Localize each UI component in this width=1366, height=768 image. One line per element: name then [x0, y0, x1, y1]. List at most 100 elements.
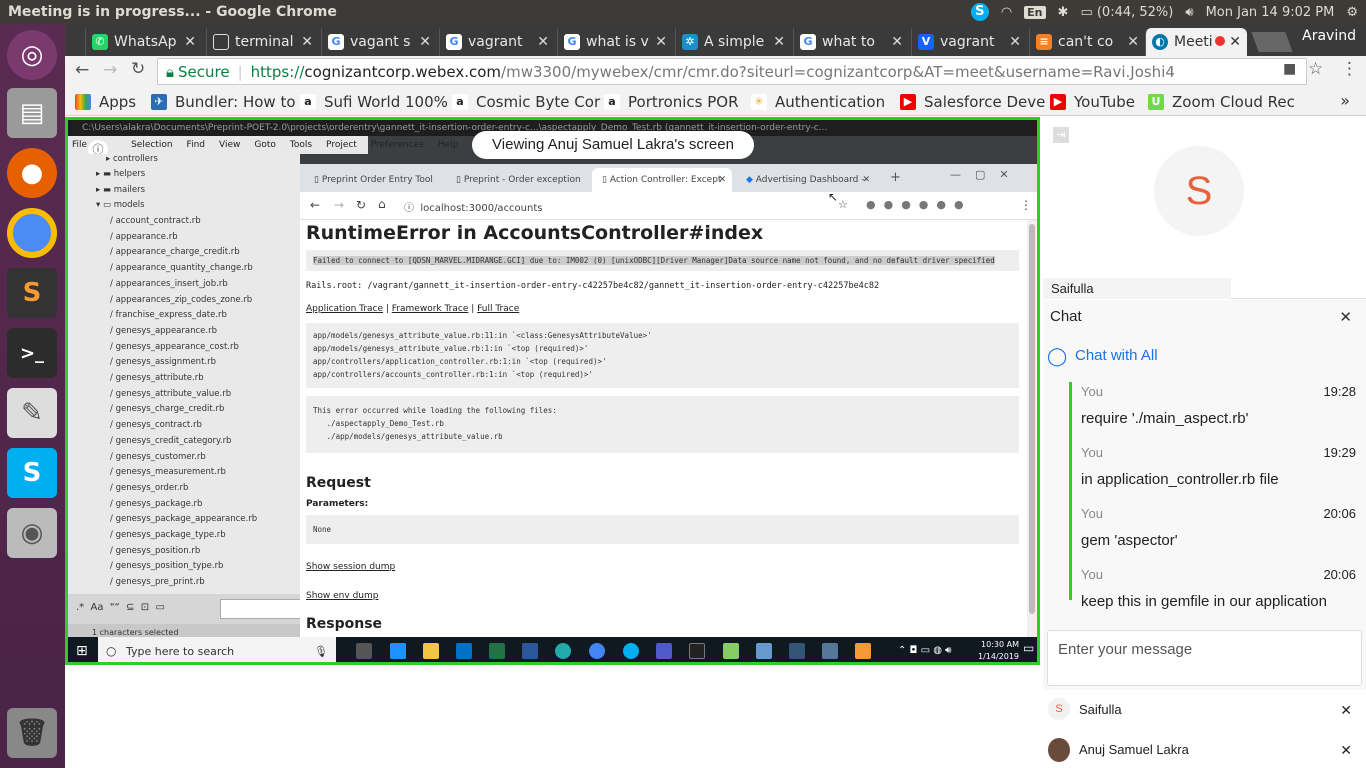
- file-item[interactable]: / genesys_order.rb: [110, 483, 188, 493]
- windows-start-icon[interactable]: ⊞: [76, 643, 88, 659]
- task-view-icon[interactable]: [356, 643, 372, 659]
- skype-icon[interactable]: S: [7, 448, 57, 498]
- camera-icon[interactable]: ■: [1283, 61, 1296, 77]
- menu-icon[interactable]: ⋮: [1020, 198, 1032, 212]
- bookmark-cosmic[interactable]: a Cosmic Byte Cor: [452, 93, 600, 111]
- application-trace-link[interactable]: Application Trace: [306, 304, 383, 314]
- file-item[interactable]: / genesys_package.rb: [110, 499, 202, 509]
- bookmark-bundler[interactable]: ✈ Bundler: How to: [151, 93, 296, 111]
- inner-tab-action-controller[interactable]: ▯ Action Controller: Except ✕: [592, 168, 732, 192]
- bookmark-star-icon[interactable]: ☆: [1308, 59, 1323, 79]
- participant-name[interactable]: Saifulla: [1079, 702, 1122, 717]
- bookmark-star-icon[interactable]: ☆: [838, 198, 848, 211]
- file-item[interactable]: / appearance.rb: [110, 232, 178, 242]
- menu-find[interactable]: Find: [187, 140, 205, 150]
- keyboard-layout[interactable]: En: [1024, 5, 1046, 19]
- close-tab-icon[interactable]: ✕: [301, 34, 313, 50]
- menu-goto[interactable]: Goto: [254, 140, 276, 150]
- scroll-thumb[interactable]: [1029, 224, 1035, 614]
- close-tab-icon[interactable]: ✕: [1009, 34, 1021, 50]
- close-tab-icon[interactable]: ✕: [891, 34, 903, 50]
- clock[interactable]: Mon Jan 14 9:02 PM: [1206, 5, 1335, 20]
- menu-view[interactable]: View: [219, 140, 240, 150]
- file-item[interactable]: / genesys_charge_credit.rb: [110, 404, 224, 414]
- close-chat-icon[interactable]: ✕: [1339, 308, 1352, 326]
- battery-indicator[interactable]: ▭ (0:44, 52%): [1080, 5, 1173, 20]
- new-tab-button[interactable]: [1251, 32, 1293, 52]
- close-tab-icon[interactable]: ✕: [184, 34, 196, 50]
- trace-line[interactable]: app/controllers/accounts_controller.rb:1…: [313, 368, 1012, 381]
- vscode-icon[interactable]: [789, 643, 805, 659]
- tab-3[interactable]: Gvagant s ✕: [321, 28, 437, 56]
- window-controls[interactable]: — ▢ ✕: [950, 168, 1009, 181]
- file-item[interactable]: / genesys_package_appearance.rb: [110, 514, 257, 524]
- virtualbox-icon[interactable]: [756, 643, 772, 659]
- back-icon[interactable]: ←: [75, 60, 89, 80]
- file-item[interactable]: / genesys_appearance.rb: [110, 326, 217, 336]
- disk-icon[interactable]: ◉: [7, 508, 57, 558]
- file-item[interactable]: / genesys_attribute.rb: [110, 373, 204, 383]
- sublime-icon[interactable]: [855, 643, 871, 659]
- app-icon[interactable]: [555, 643, 571, 659]
- notifications-icon[interactable]: ▭: [1023, 641, 1034, 655]
- bookmark-salesforce[interactable]: ▶ Salesforce Deve: [900, 93, 1045, 111]
- extension-icons[interactable]: ●●●●●●: [866, 198, 972, 211]
- close-tab-icon[interactable]: ✕: [718, 175, 726, 185]
- more-bookmarks-icon[interactable]: »: [1340, 91, 1350, 110]
- find-options[interactable]: .* Aa "“ ⊆ ⊡ ▭: [76, 602, 165, 613]
- forward-icon[interactable]: →: [334, 198, 344, 212]
- file-item[interactable]: / franchise_express_date.rb: [110, 310, 227, 320]
- trace-line[interactable]: app/models/genesys_attribute_value.rb:1:…: [313, 342, 1012, 355]
- file-item[interactable]: / appearances_zip_codes_zone.rb: [110, 295, 252, 305]
- menu-help[interactable]: Help: [438, 140, 459, 150]
- remove-participant-icon[interactable]: ✕: [1340, 702, 1352, 719]
- file-item[interactable]: / genesys_position.rb: [110, 546, 200, 556]
- file-item[interactable]: / genesys_appearance_cost.rb: [110, 342, 239, 352]
- file-item[interactable]: / appearances_insert_job.rb: [110, 279, 228, 289]
- file-item[interactable]: / genesys_contract.rb: [110, 420, 202, 430]
- chrome-icon[interactable]: [589, 643, 605, 659]
- word-icon[interactable]: [522, 643, 538, 659]
- outlook-icon[interactable]: [456, 643, 472, 659]
- file-item[interactable]: / genesys_position_type.rb: [110, 561, 223, 571]
- skype-tray-icon[interactable]: S: [970, 3, 989, 21]
- folder-mailers[interactable]: ▸ ▬ mailers: [96, 185, 145, 195]
- address-bar[interactable]: 🔒︎ Secure | https://cognizantcorp.webex.…: [157, 58, 1307, 85]
- file-item[interactable]: / appearance_quantity_change.rb: [110, 263, 253, 273]
- wifi-icon[interactable]: ◠: [1001, 5, 1012, 20]
- file-item[interactable]: / genesys_pre_print.rb: [110, 577, 205, 587]
- tab-7[interactable]: Gwhat to ✕: [793, 28, 909, 56]
- notepad-icon[interactable]: [723, 643, 739, 659]
- trace-line[interactable]: app/controllers/application_controller.r…: [313, 355, 1012, 368]
- windows-search-box[interactable]: ○ Type here to search 🎙︎: [98, 637, 336, 662]
- close-tab-icon[interactable]: ✕: [537, 34, 549, 50]
- text-editor-icon[interactable]: ✎: [7, 388, 57, 438]
- bookmark-youtube[interactable]: ▶ YouTube: [1050, 93, 1135, 111]
- full-trace-link[interactable]: Full Trace: [477, 304, 519, 314]
- close-tab-icon[interactable]: ✕: [773, 34, 785, 50]
- trash-icon[interactable]: 🗑︎: [7, 708, 57, 758]
- bookmark-apps[interactable]: Apps: [75, 93, 136, 111]
- menu-tools[interactable]: Tools: [290, 140, 312, 150]
- collapse-panel-icon[interactable]: ⇥: [1053, 127, 1069, 143]
- tab-9[interactable]: ≡ can't co ✕: [1029, 28, 1145, 56]
- folder-models[interactable]: ▾ ▭ models: [96, 200, 145, 210]
- show-env-dump-link[interactable]: Show env dump: [306, 591, 378, 601]
- inner-tab-advertising[interactable]: ◆ Advertising Dashboard - ✕: [736, 168, 876, 192]
- remove-participant-icon[interactable]: ✕: [1340, 742, 1352, 759]
- menu-project[interactable]: Project: [326, 140, 357, 150]
- framework-trace-link[interactable]: Framework Trace: [392, 304, 469, 314]
- close-tab-icon[interactable]: ✕: [655, 34, 667, 50]
- file-item[interactable]: / appearance_charge_credit.rb: [110, 247, 240, 257]
- reload-icon[interactable]: ↻: [356, 198, 366, 212]
- profile-name[interactable]: Aravind: [1302, 28, 1356, 44]
- skype-icon[interactable]: [623, 643, 639, 659]
- close-tab-icon[interactable]: ✕: [1127, 34, 1139, 50]
- bookmark-portronics[interactable]: a Portronics POR: [604, 93, 739, 111]
- tab-1[interactable]: ✆ WhatsAp ✕: [85, 28, 202, 56]
- bluetooth-icon[interactable]: ✱: [1058, 5, 1069, 20]
- tab-5[interactable]: Gwhat is v ✕: [557, 28, 673, 56]
- file-item[interactable]: / genesys_package_type.rb: [110, 530, 226, 540]
- console-icon[interactable]: [689, 643, 705, 659]
- chat-with-all[interactable]: Chat with All: [1075, 347, 1158, 364]
